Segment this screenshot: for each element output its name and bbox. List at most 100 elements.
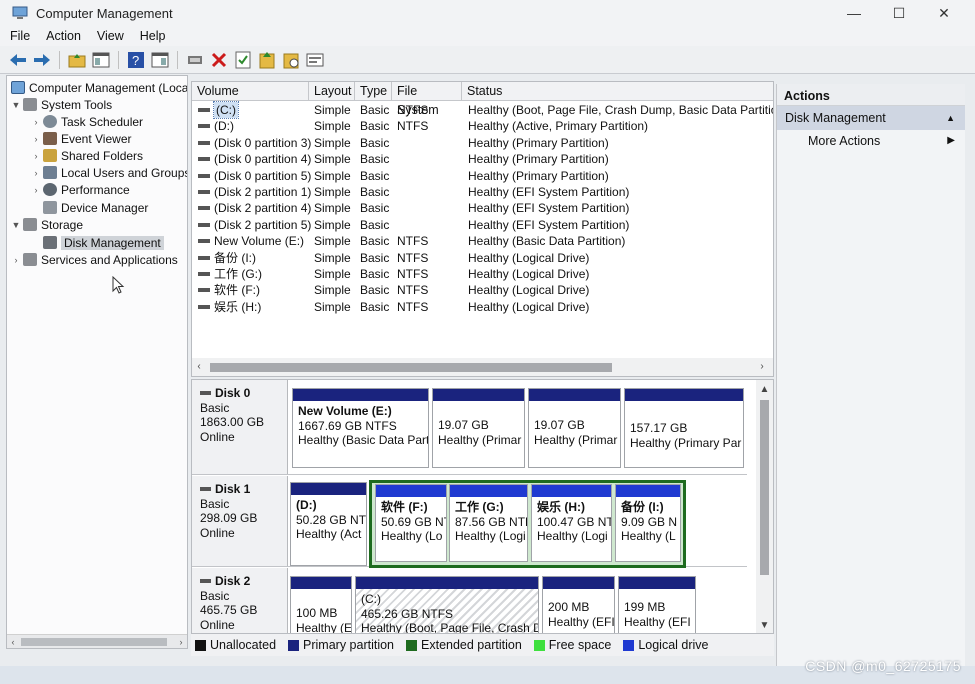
- partition-block[interactable]: 157.17 GB Healthy (Primary Par: [624, 388, 744, 468]
- primary-partition-bar: [433, 389, 524, 401]
- menu-view[interactable]: View: [97, 29, 124, 43]
- column-header-type[interactable]: Type: [355, 82, 392, 101]
- partition-status: Healthy (Primary Par: [630, 435, 742, 450]
- tree-item-system-tools[interactable]: ▼ System Tools: [11, 96, 113, 113]
- show-hide-tree-icon[interactable]: [91, 50, 111, 70]
- actions-section-disk-management[interactable]: Disk Management ▲: [777, 106, 965, 130]
- menu-action[interactable]: Action: [46, 29, 81, 43]
- properties-icon[interactable]: [233, 50, 253, 70]
- scroll-right-icon[interactable]: ›: [755, 358, 769, 376]
- volume-icon: [198, 272, 210, 276]
- maximize-button[interactable]: ☐: [877, 0, 921, 26]
- scroll-right-icon[interactable]: ›: [175, 635, 187, 648]
- disk-info[interactable]: Disk 1 Basic 298.09 GB Online: [192, 476, 288, 566]
- partition-body: (D:) 50.28 GB NTI Healthy (Act: [291, 495, 366, 542]
- scroll-up-icon[interactable]: ▲: [756, 384, 773, 395]
- volume-horizontal-scrollbar[interactable]: ‹ ›: [192, 358, 773, 376]
- column-header-status[interactable]: Status: [462, 82, 773, 101]
- legend-label: Primary partition: [303, 638, 395, 652]
- table-row[interactable]: 工作 (G:) Simple Basic NTFS Healthy (Logical D…: [192, 266, 773, 282]
- partition-block[interactable]: 软件 (F:) 50.69 GB NT Healthy (Lo: [375, 484, 447, 562]
- column-header-file-system[interactable]: File System: [392, 82, 462, 117]
- connect-icon[interactable]: [185, 50, 205, 70]
- menu-help[interactable]: Help: [140, 29, 166, 43]
- volume-icon: [198, 222, 210, 227]
- partition-block[interactable]: 200 MB Healthy (EFI: [542, 576, 615, 633]
- toolbar-separator: [177, 50, 178, 69]
- table-row[interactable]: 娱乐 (H:) Simple Basic NTFS Healthy (Logical D…: [192, 299, 773, 315]
- delete-icon[interactable]: [209, 50, 229, 70]
- table-row[interactable]: (Disk 2 partition 5) Simple Basic Healthy (…: [192, 217, 773, 233]
- forward-arrow-icon[interactable]: [32, 50, 52, 70]
- disk-info[interactable]: Disk 2 Basic 465.75 GB Online: [192, 568, 288, 633]
- scroll-left-icon[interactable]: ‹: [7, 635, 19, 648]
- scroll-thumb[interactable]: [21, 638, 167, 646]
- back-arrow-icon[interactable]: [8, 50, 28, 70]
- close-button[interactable]: ✕: [922, 0, 966, 26]
- tree-item-event-viewer[interactable]: › Event Viewer: [31, 130, 132, 147]
- disk-vertical-scrollbar[interactable]: ▲ ▼: [756, 380, 773, 633]
- rescan-icon[interactable]: [281, 50, 301, 70]
- tree-item-disk-management[interactable]: Disk Management: [43, 234, 164, 251]
- tree-item-local-users[interactable]: › Local Users and Groups: [31, 164, 188, 181]
- table-row[interactable]: 备份 (I:) Simple Basic NTFS Healthy (Logical D…: [192, 250, 773, 266]
- tree-item-device-manager[interactable]: Device Manager: [43, 199, 148, 216]
- cell-volume: (Disk 0 partition 5): [214, 168, 312, 183]
- help-icon[interactable]: ?: [126, 50, 146, 70]
- toolbar: ?: [0, 46, 975, 74]
- table-row[interactable]: New Volume (E:) Simple Basic NTFS Healthy (B…: [192, 233, 773, 249]
- scroll-thumb[interactable]: [210, 363, 612, 372]
- chevron-right-icon[interactable]: ›: [31, 185, 41, 195]
- open-icon[interactable]: [257, 50, 277, 70]
- chevron-down-icon[interactable]: ▼: [11, 220, 21, 230]
- partition-block[interactable]: 19.07 GB Healthy (Primar: [528, 388, 621, 468]
- up-folder-icon[interactable]: [67, 50, 87, 70]
- more-actions-item[interactable]: More Actions ▶: [777, 130, 965, 152]
- chevron-down-icon[interactable]: ▼: [11, 100, 21, 110]
- table-row[interactable]: (Disk 0 partition 3) Simple Basic Healthy (…: [192, 135, 773, 151]
- table-row[interactable]: (D:) Simple Basic NTFS Healthy (Active, Prim…: [192, 118, 773, 134]
- tree-horizontal-scrollbar[interactable]: ‹ ›: [7, 634, 187, 648]
- tree-item-services-applications[interactable]: › Services and Applications: [11, 251, 178, 268]
- chevron-right-icon[interactable]: ›: [31, 134, 41, 144]
- partition-block[interactable]: (D:) 50.28 GB NTI Healthy (Act: [290, 482, 367, 566]
- table-row[interactable]: (Disk 2 partition 1) Simple Basic Healthy (…: [192, 184, 773, 200]
- tree-item-storage[interactable]: ▼ Storage: [11, 216, 84, 233]
- tree-item-shared-folders[interactable]: › Shared Folders: [31, 147, 144, 164]
- table-row[interactable]: (C:) Simple Basic NTFS Healthy (Boot, Page F…: [192, 101, 773, 119]
- cell-status: Healthy (Logical Drive): [468, 299, 590, 314]
- chevron-right-icon[interactable]: ›: [31, 117, 41, 127]
- partition-block[interactable]: New Volume (E:) 1667.69 GB NTFS Healthy …: [292, 388, 429, 468]
- partition-block[interactable]: 娱乐 (H:) 100.47 GB NTI Healthy (Logi: [531, 484, 612, 562]
- tree-item-performance[interactable]: › Performance: [31, 181, 130, 198]
- partition-block[interactable]: 工作 (G:) 87.56 GB NTF: Healthy (Logi: [449, 484, 528, 562]
- partition-size: 199 MB: [624, 600, 666, 614]
- partition-block[interactable]: 199 MB Healthy (EFI: [618, 576, 696, 633]
- chevron-right-icon[interactable]: ›: [31, 168, 41, 178]
- tree-item-computer-management[interactable]: Computer Management (Local: [11, 79, 187, 96]
- scroll-left-icon[interactable]: ‹: [192, 358, 206, 376]
- table-row[interactable]: (Disk 0 partition 4) Simple Basic Healthy (…: [192, 151, 773, 167]
- column-header-volume[interactable]: Volume: [192, 82, 309, 101]
- export-icon[interactable]: [305, 50, 325, 70]
- table-row[interactable]: 软件 (F:) Simple Basic NTFS Healthy (Logical D…: [192, 282, 773, 298]
- partition-block[interactable]: 100 MB Healthy (E: [290, 576, 352, 633]
- disk-info[interactable]: Disk 0 Basic 1863.00 GB Online: [192, 380, 288, 474]
- table-row[interactable]: (Disk 2 partition 4) Simple Basic Healthy (…: [192, 200, 773, 216]
- partition-block[interactable]: 备份 (I:) 9.09 GB N Healthy (L: [615, 484, 681, 562]
- chevron-right-icon[interactable]: ›: [31, 151, 41, 161]
- collapse-up-icon[interactable]: ▲: [946, 106, 955, 130]
- table-row[interactable]: (Disk 0 partition 5) Simple Basic Healthy (…: [192, 168, 773, 184]
- disk-management-icon: [43, 236, 57, 249]
- chevron-right-icon[interactable]: ›: [11, 255, 21, 265]
- tree-item-task-scheduler[interactable]: › Task Scheduler: [31, 113, 144, 130]
- show-hide-action-pane-icon[interactable]: [150, 50, 170, 70]
- menu-file[interactable]: File: [10, 29, 30, 43]
- minimize-button[interactable]: —: [832, 0, 876, 26]
- legend-swatch: [195, 639, 206, 651]
- partition-block[interactable]: (C:) 465.26 GB NTFS Healthy (Boot, Page …: [355, 576, 539, 633]
- column-header-layout[interactable]: Layout: [309, 82, 355, 101]
- partition-block[interactable]: 19.07 GB Healthy (Primar: [432, 388, 525, 468]
- scroll-thumb[interactable]: [760, 400, 769, 575]
- scroll-down-icon[interactable]: ▼: [756, 620, 773, 631]
